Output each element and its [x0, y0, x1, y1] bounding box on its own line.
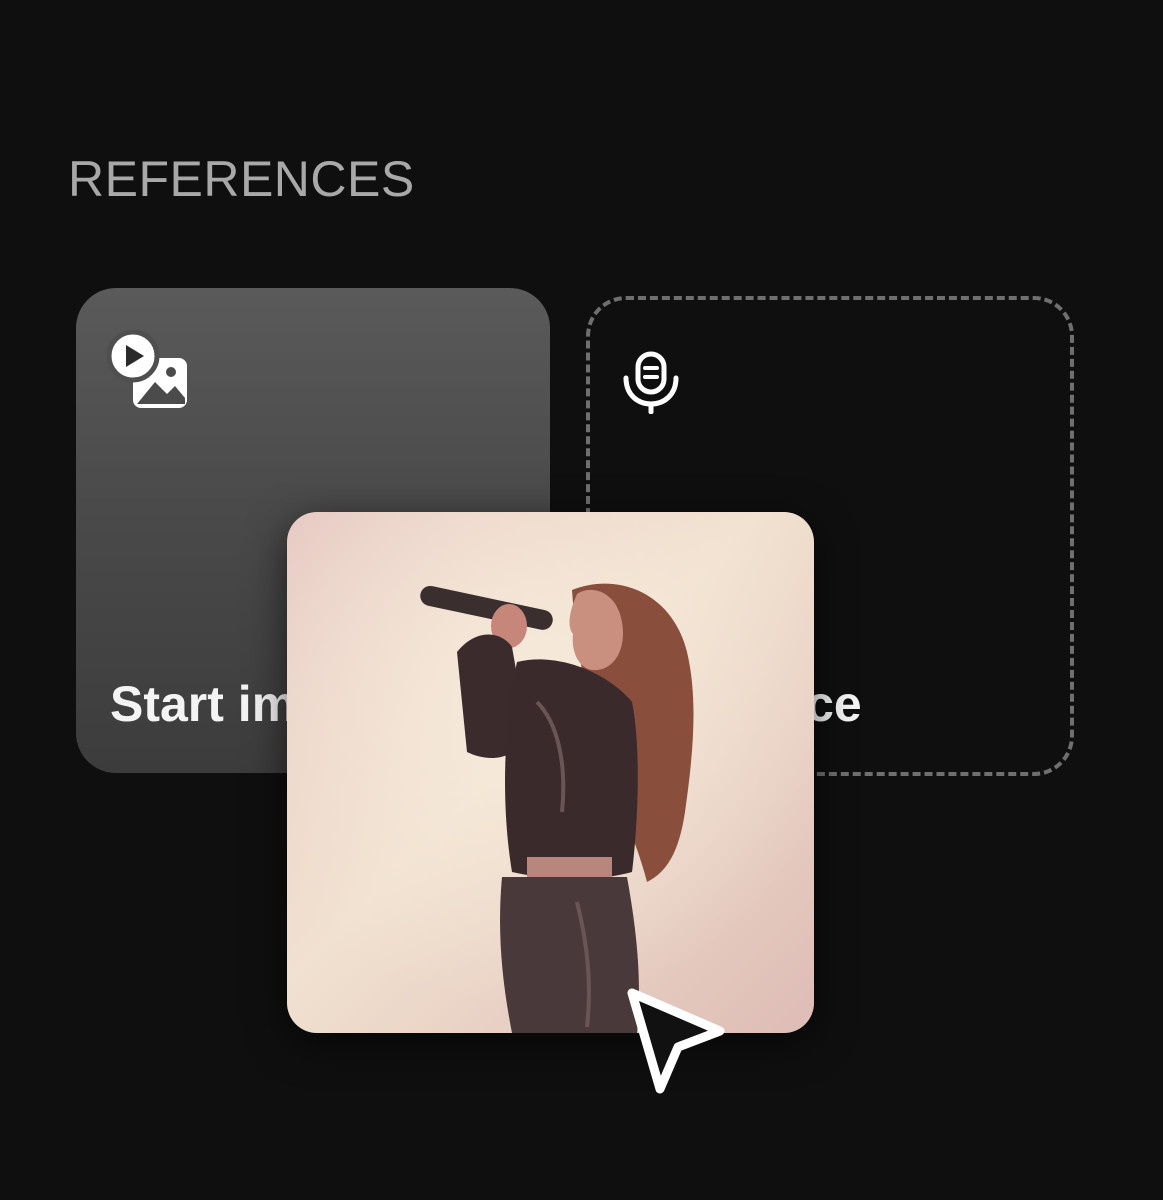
dragged-photo-thumbnail[interactable] — [287, 512, 814, 1033]
references-heading: REFERENCES — [68, 151, 415, 207]
arrow-cursor-icon — [620, 985, 740, 1105]
microphone-icon — [618, 350, 684, 415]
photo-thumbnail — [287, 512, 814, 1033]
image-video-icon — [106, 329, 193, 412]
